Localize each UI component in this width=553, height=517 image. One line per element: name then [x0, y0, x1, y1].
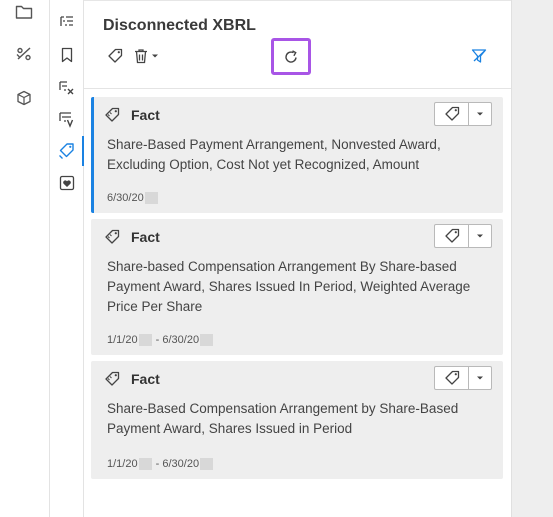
filter-button[interactable] [469, 47, 489, 65]
tag-button[interactable] [106, 47, 124, 65]
outline-icon[interactable] [56, 11, 78, 33]
delete-menu-button[interactable] [131, 47, 161, 65]
redaction-mask [200, 334, 214, 346]
chevron-down-icon [151, 54, 158, 58]
redaction-mask [144, 192, 158, 204]
card-concept-name: Share-Based Compensation Arrangement by … [107, 401, 459, 436]
card-tag-menu[interactable] [434, 366, 492, 390]
filter-x-icon[interactable] [56, 77, 78, 99]
card-period: 1/1/20 - 6/30/20 [107, 458, 214, 470]
chevron-down-icon [477, 376, 483, 380]
disconnected-xbrl-panel: Disconnected XBRL Fact Share-Based Payme… [84, 0, 511, 517]
card-type-label: Fact [131, 229, 160, 245]
redaction-mask [200, 458, 214, 470]
card-type-label: Fact [131, 107, 160, 123]
tool-rail [50, 0, 84, 517]
fact-tag-icon [103, 228, 121, 246]
fact-tag-icon [103, 370, 121, 388]
card-period: 1/1/20 - 6/30/20 [107, 334, 214, 346]
card-tag-button[interactable] [435, 103, 469, 125]
period-start: 1/1/20 [107, 458, 138, 470]
left-rail [0, 0, 50, 517]
card-menu-caret[interactable] [469, 103, 491, 125]
card-menu-caret[interactable] [469, 225, 491, 247]
tag-link-icon[interactable] [56, 140, 78, 162]
card-tag-button[interactable] [435, 225, 469, 247]
percent-icon[interactable] [14, 44, 34, 64]
trash-icon [134, 49, 147, 64]
card-type-label: Fact [131, 371, 160, 387]
chevron-down-icon [477, 112, 483, 116]
card-tag-menu[interactable] [434, 224, 492, 248]
period-start: 6/30/20 [107, 192, 144, 204]
card-period: 6/30/20 [107, 192, 159, 204]
fact-card[interactable]: Fact Share-Based Compensation Arrangemen… [91, 361, 503, 479]
fact-card[interactable]: Fact Share-Based Payment Arrangement, No… [91, 97, 503, 213]
redaction-mask [138, 458, 152, 470]
card-tag-menu[interactable] [434, 102, 492, 126]
period-separator: - [152, 458, 163, 470]
heart-box-icon[interactable] [56, 172, 78, 194]
fact-card[interactable]: Fact Share-based Compensation Arrangemen… [91, 219, 503, 355]
folder-icon[interactable] [14, 2, 34, 22]
header-divider [84, 88, 511, 89]
tag-icon [444, 106, 459, 121]
card-tag-button[interactable] [435, 367, 469, 389]
panel-title: Disconnected XBRL [103, 17, 256, 34]
period-end: 6/30/20 [162, 334, 200, 346]
tag-icon [108, 48, 123, 63]
right-gutter [511, 0, 553, 517]
period-separator: - [152, 334, 163, 346]
filter-v-icon[interactable] [56, 108, 78, 130]
period-end: 6/30/20 [162, 458, 200, 470]
chevron-down-icon [477, 234, 483, 238]
period-start: 1/1/20 [107, 334, 138, 346]
filter-off-icon [471, 49, 487, 63]
bookmark-icon[interactable] [56, 44, 78, 66]
refresh-icon [285, 49, 297, 63]
fact-tag-icon [103, 106, 121, 124]
cube-icon[interactable] [14, 88, 34, 108]
refresh-button[interactable] [271, 38, 311, 75]
card-concept-name: Share-based Compensation Arrangement By … [107, 259, 471, 314]
tag-icon [444, 228, 459, 243]
card-concept-name: Share-Based Payment Arrangement, Nonvest… [107, 137, 441, 172]
card-menu-caret[interactable] [469, 367, 491, 389]
tag-icon [444, 370, 459, 385]
redaction-mask [138, 334, 152, 346]
